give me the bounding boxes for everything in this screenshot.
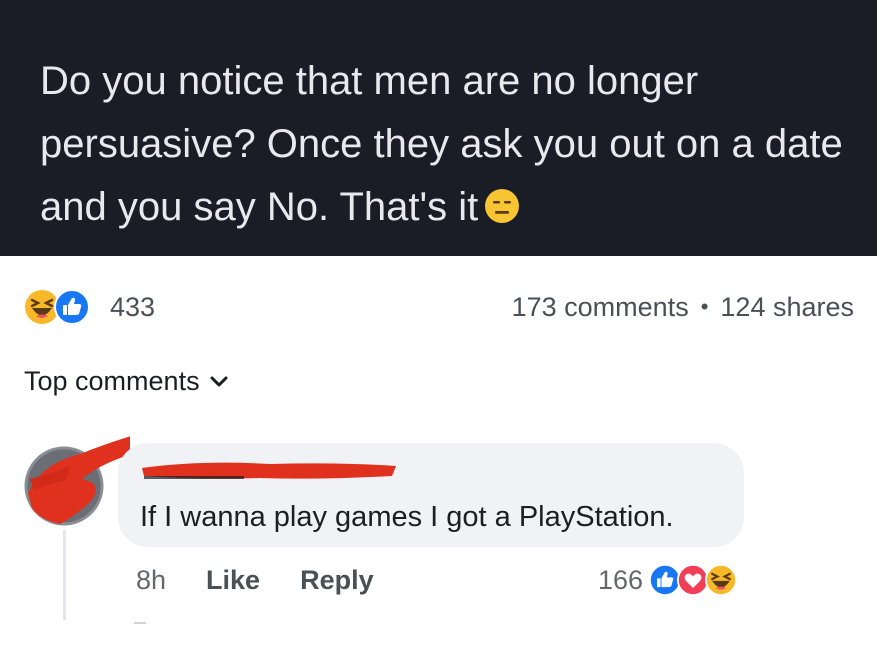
- expressionless-face-icon: [485, 189, 520, 223]
- commenter-avatar[interactable]: [20, 424, 138, 534]
- post-text-content: Do you notice that men are no longer per…: [40, 59, 843, 229]
- divider: [134, 622, 146, 624]
- post-stats: 173 comments • 124 shares: [512, 292, 854, 323]
- shares-count-link[interactable]: 124 shares: [720, 292, 854, 323]
- comment-timestamp[interactable]: 8h: [136, 565, 166, 596]
- like-button[interactable]: Like: [206, 565, 260, 596]
- comment-reaction-icons: [649, 563, 741, 597]
- reply-button[interactable]: Reply: [300, 565, 374, 596]
- like-reaction-icon: [54, 289, 90, 325]
- page-edge: [877, 0, 892, 646]
- comment-thread-line: [63, 530, 66, 620]
- comment-reaction-count: 166: [598, 564, 644, 595]
- post-text: Do you notice that men are no longer per…: [40, 50, 860, 239]
- comment-text: If I wanna play games I got a PlayStatio…: [140, 501, 674, 533]
- post-body: Do you notice that men are no longer per…: [0, 0, 877, 256]
- comment-sort-dropdown[interactable]: Top comments: [24, 366, 228, 397]
- reactions-summary: 433 173 comments • 124 shares: [24, 285, 854, 329]
- chevron-down-icon: [210, 376, 228, 386]
- comment-sort-label: Top comments: [24, 366, 200, 396]
- comment-reactions[interactable]: 166: [598, 560, 741, 600]
- author-name-redaction: [142, 462, 396, 479]
- avatar-redacted-icon: [24, 434, 138, 526]
- reaction-icons[interactable]: [24, 287, 106, 327]
- haha-reaction-icon: [705, 564, 738, 596]
- stats-separator: •: [700, 294, 709, 319]
- comments-count-link[interactable]: 173 comments: [512, 292, 689, 323]
- reaction-count[interactable]: 433: [110, 292, 155, 323]
